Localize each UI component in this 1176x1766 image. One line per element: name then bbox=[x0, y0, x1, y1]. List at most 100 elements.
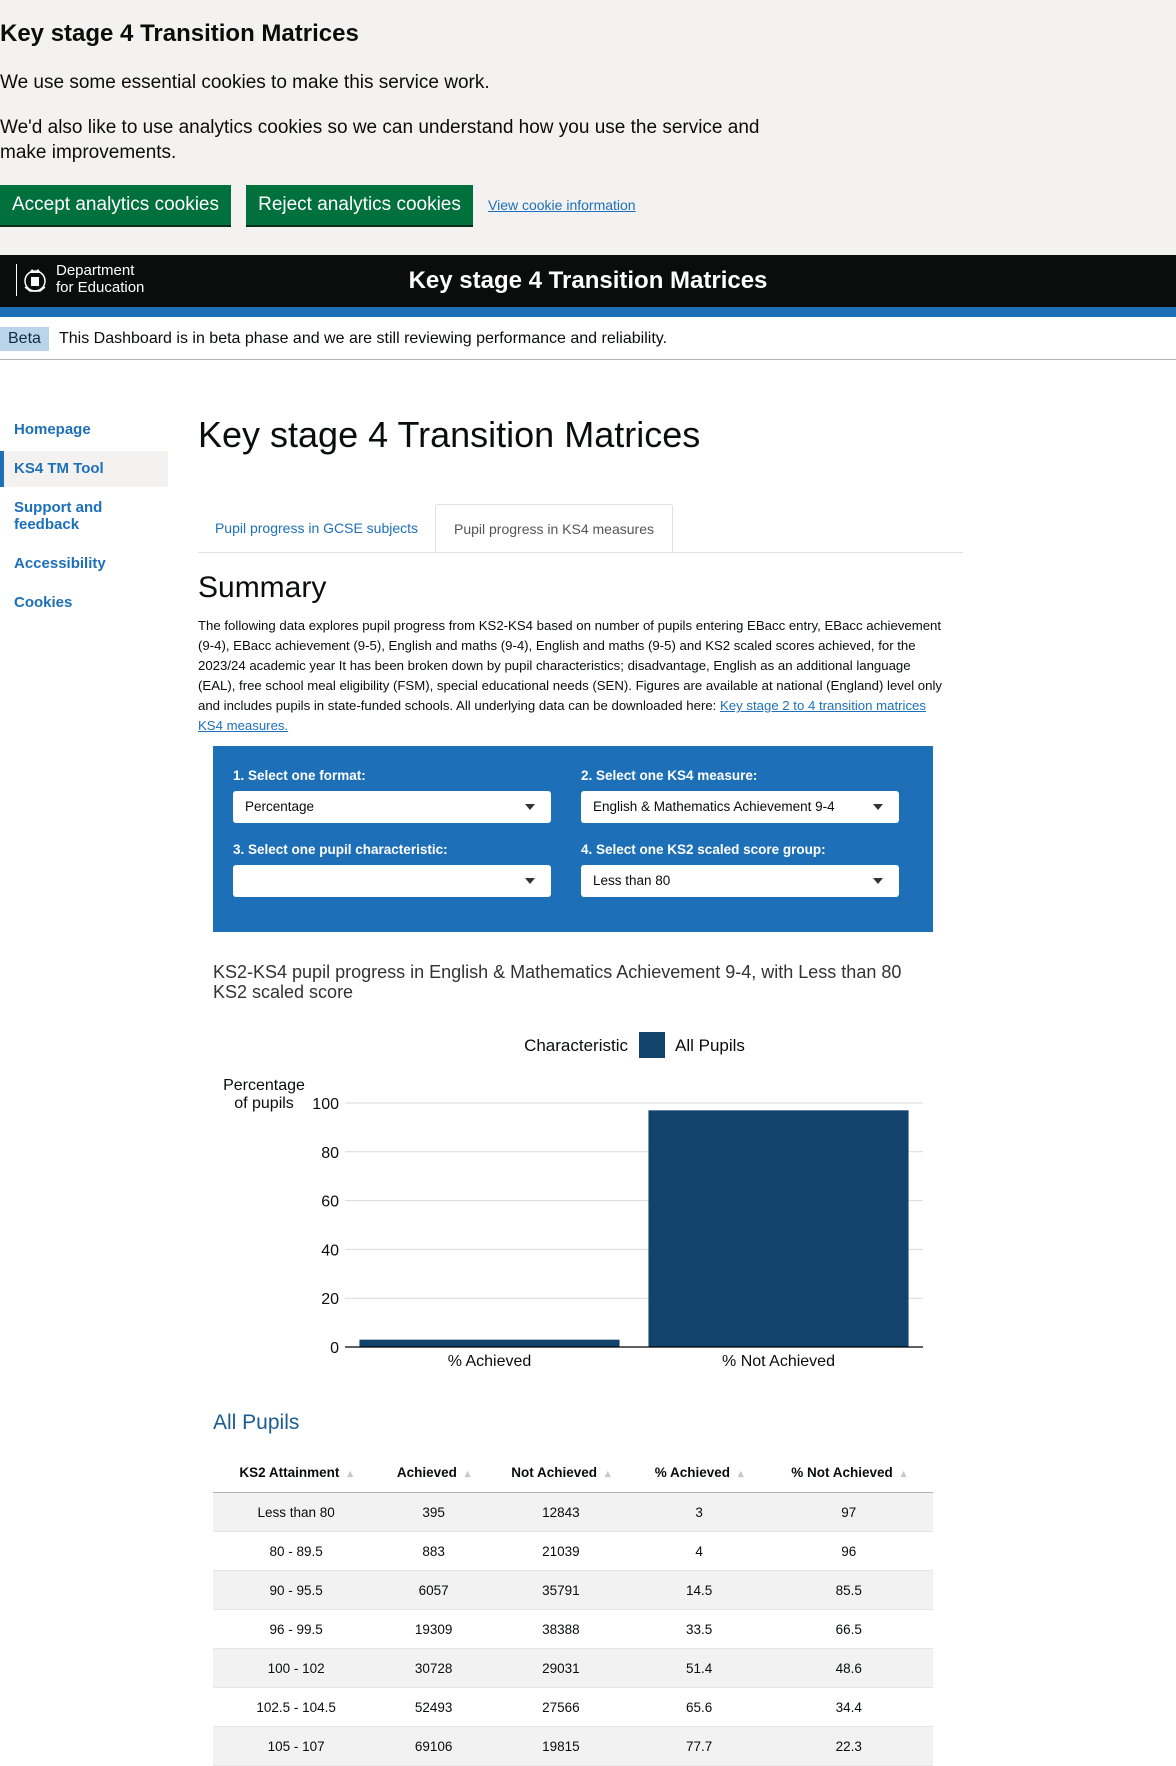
table-cell: 52493 bbox=[379, 1687, 489, 1727]
header-title: Key stage 4 Transition Matrices bbox=[408, 267, 768, 294]
accept-cookies-button[interactable]: Accept analytics cookies bbox=[0, 185, 231, 225]
x-tick-label-0: % Achieved bbox=[448, 1353, 532, 1370]
nav-item-ks4-tm-tool[interactable]: KS4 TM Tool bbox=[0, 451, 168, 487]
nav-item-cookies[interactable]: Cookies bbox=[0, 594, 168, 611]
y-tick-label-80: 80 bbox=[321, 1145, 339, 1162]
nav-item-accessibility[interactable]: Accessibility bbox=[0, 555, 168, 572]
table-cell: 102.5 - 104.5 bbox=[213, 1687, 380, 1727]
table-cell: 883 bbox=[379, 1531, 489, 1571]
measure-select-value: English & Mathematics Achievement 9-4 bbox=[593, 799, 835, 814]
table-title: All Pupils bbox=[213, 1411, 300, 1434]
cookie-banner-title: Key stage 4 Transition Matrices bbox=[0, 20, 359, 47]
page-title: Key stage 4 Transition Matrices bbox=[198, 414, 701, 455]
characteristic-label: 3. Select one pupil characteristic: bbox=[233, 842, 448, 857]
header-stripe bbox=[0, 307, 1176, 317]
table-cell: Less than 80 bbox=[213, 1492, 380, 1532]
table-row: 102.5 - 104.5 52493 27566 65.6 34.4 bbox=[213, 1687, 933, 1727]
format-label: 1. Select one format: bbox=[233, 768, 366, 783]
table-cell: 33.5 bbox=[633, 1609, 765, 1649]
x-tick-label-1: % Not Achieved bbox=[722, 1353, 835, 1370]
ks2-group-label: 4. Select one KS2 scaled score group: bbox=[581, 842, 826, 857]
table-row: 105 - 107 69106 19815 77.7 22.3 bbox=[213, 1726, 933, 1766]
table-cell: 96 bbox=[764, 1531, 933, 1571]
column-header-label: Not Achieved bbox=[511, 1464, 598, 1480]
y-axis-label-line-1: Percentage bbox=[223, 1077, 305, 1094]
format-select-value: Percentage bbox=[245, 799, 315, 814]
table-cell: 30728 bbox=[379, 1648, 489, 1688]
table-header-row: KS2 Attainment ▴ Achieved ▴ Not Achieved ▴% A… bbox=[213, 1452, 933, 1493]
measure-select[interactable]: English & Mathematics Achievement 9-4 bbox=[581, 791, 899, 823]
bar-0 bbox=[359, 1339, 620, 1347]
legend-label-all-pupils: All Pupils bbox=[675, 1036, 745, 1055]
tab-ks4-measures[interactable]: Pupil progress in KS4 measures bbox=[435, 504, 673, 552]
ks2-group-select[interactable]: Less than 80 bbox=[581, 865, 899, 897]
table-cell: 69106 bbox=[379, 1726, 489, 1766]
table-body: Less than 80 395 12843 3 97 80 - 89.5 883 21039… bbox=[213, 1492, 933, 1766]
summary-text: The following data explores pupil progre… bbox=[198, 616, 943, 736]
y-tick-label-100: 100 bbox=[312, 1096, 339, 1113]
column-header-0[interactable]: KS2 Attainment ▴ bbox=[213, 1452, 380, 1493]
chevron-down-icon bbox=[525, 878, 535, 884]
table-cell: 21039 bbox=[488, 1531, 634, 1571]
column-header-label: % Achieved bbox=[654, 1464, 731, 1480]
nav-item-support-feedback[interactable]: Support and feedback bbox=[0, 499, 130, 533]
table-cell: 29031 bbox=[488, 1648, 634, 1688]
table-row: 80 - 89.5 883 21039 4 96 bbox=[213, 1531, 933, 1571]
legend-swatch-all-pupils bbox=[639, 1032, 665, 1058]
chevron-down-icon bbox=[873, 804, 883, 810]
chevron-down-icon bbox=[525, 804, 535, 810]
site-header: Department for Education Key stage 4 Tra… bbox=[0, 255, 1176, 307]
column-header-3[interactable]: % Achieved ▴ bbox=[633, 1452, 765, 1493]
sort-icon[interactable]: ▴ bbox=[347, 1468, 353, 1480]
table-cell: 35791 bbox=[488, 1570, 634, 1610]
y-tick-label-60: 60 bbox=[321, 1194, 339, 1211]
bar-1 bbox=[648, 1110, 909, 1347]
table-cell: 105 - 107 bbox=[213, 1726, 380, 1766]
sort-icon[interactable]: ▴ bbox=[465, 1468, 471, 1480]
sort-icon[interactable]: ▴ bbox=[605, 1468, 611, 1480]
table-cell: 19815 bbox=[488, 1726, 634, 1766]
attainment-table: KS2 Attainment ▴ Achieved ▴ Not Achieved ▴% A… bbox=[213, 1452, 933, 1766]
legend-title: Characteristic bbox=[524, 1036, 628, 1055]
characteristic-select[interactable] bbox=[233, 865, 551, 897]
table-cell: 85.5 bbox=[764, 1570, 933, 1610]
table-row: Less than 80 395 12843 3 97 bbox=[213, 1492, 933, 1532]
table-cell: 90 - 95.5 bbox=[213, 1570, 380, 1610]
beta-text: This Dashboard is in beta phase and we a… bbox=[59, 330, 668, 347]
table-cell: 12843 bbox=[488, 1492, 634, 1532]
nav-item-homepage[interactable]: Homepage bbox=[0, 421, 168, 438]
table-cell: 14.5 bbox=[633, 1570, 765, 1610]
table-cell: 77.7 bbox=[633, 1726, 765, 1766]
chart-title: KS2-KS4 pupil progress in English & Math… bbox=[213, 962, 902, 1002]
y-axis-label-line-2: of pupils bbox=[234, 1095, 294, 1112]
table-cell: 51.4 bbox=[633, 1648, 765, 1688]
column-header-2[interactable]: Not Achieved ▴ bbox=[488, 1452, 634, 1493]
filter-panel: 1. Select one format: Percentage 2. Sele… bbox=[213, 746, 933, 932]
y-tick-label-20: 20 bbox=[321, 1291, 339, 1308]
cookie-analytics-text: We'd also like to use analytics cookies … bbox=[0, 117, 760, 163]
table-cell: 65.6 bbox=[633, 1687, 765, 1727]
table-row: 100 - 102 30728 29031 51.4 48.6 bbox=[213, 1648, 933, 1688]
beta-tag: Beta bbox=[0, 327, 49, 351]
summary-heading: Summary bbox=[198, 571, 327, 604]
reject-cookies-button[interactable]: Reject analytics cookies bbox=[246, 185, 473, 225]
column-header-1[interactable]: Achieved ▴ bbox=[379, 1452, 489, 1493]
tab-gcse-subjects[interactable]: Pupil progress in GCSE subjects bbox=[198, 504, 435, 552]
cookie-essential-text: We use some essential cookies to make th… bbox=[0, 72, 490, 93]
beta-banner: Beta This Dashboard is in beta phase and… bbox=[0, 317, 1176, 360]
column-header-label: % Not Achieved bbox=[791, 1464, 893, 1480]
table-cell: 96 - 99.5 bbox=[213, 1609, 380, 1649]
table-cell: 66.5 bbox=[764, 1609, 933, 1649]
table-cell: 48.6 bbox=[764, 1648, 933, 1688]
table-cell: 97 bbox=[764, 1492, 933, 1532]
column-header-4[interactable]: % Not Achieved ▴ bbox=[764, 1452, 933, 1493]
column-header-label: Achieved bbox=[396, 1464, 457, 1480]
sort-icon[interactable]: ▴ bbox=[901, 1468, 907, 1480]
table-row: 96 - 99.5 19309 38388 33.5 66.5 bbox=[213, 1609, 933, 1649]
format-select[interactable]: Percentage bbox=[233, 791, 551, 823]
sort-icon[interactable]: ▴ bbox=[738, 1468, 744, 1480]
table-cell: 27566 bbox=[488, 1687, 634, 1727]
table-cell: 395 bbox=[379, 1492, 489, 1532]
table-cell: 19309 bbox=[379, 1609, 489, 1649]
view-cookie-info-link[interactable]: View cookie information bbox=[488, 197, 636, 213]
